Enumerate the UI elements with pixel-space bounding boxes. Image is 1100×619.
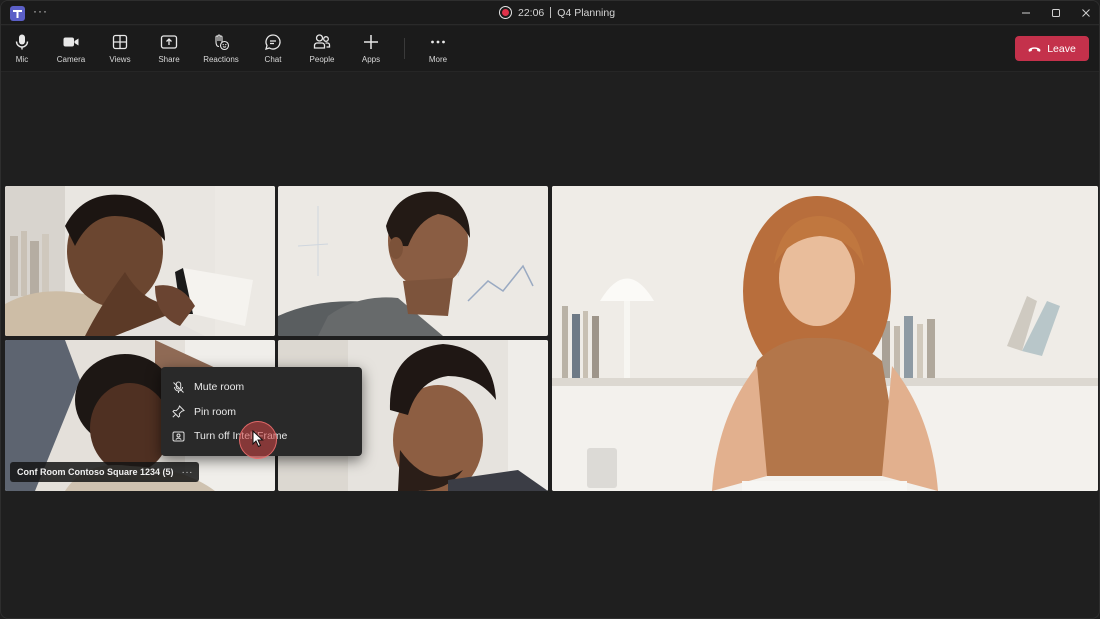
share-icon: [160, 35, 178, 49]
intelliframe-icon: [172, 431, 185, 442]
minimize-button[interactable]: [1011, 1, 1041, 25]
plus-icon: [364, 35, 378, 49]
pin-room-menu-item[interactable]: Pin room: [161, 400, 362, 425]
more-icon: [431, 40, 445, 44]
views-button[interactable]: Views: [96, 33, 144, 64]
reactions-icon: [215, 34, 230, 51]
pin-icon: [172, 405, 185, 418]
chat-label: Chat: [264, 55, 282, 64]
more-button[interactable]: More: [414, 33, 462, 64]
apps-label: Apps: [361, 55, 381, 64]
pin-room-label: Pin room: [194, 405, 237, 418]
people-icon: [313, 34, 331, 49]
mic-off-icon: [173, 381, 184, 393]
views-label: Views: [109, 55, 131, 64]
people-button[interactable]: People: [298, 33, 346, 64]
views-icon: [112, 34, 128, 50]
participant-video-tile[interactable]: [5, 186, 275, 336]
share-label: Share: [158, 55, 180, 64]
apps-button[interactable]: Apps: [347, 33, 395, 64]
mouse-cursor-icon: [252, 430, 264, 448]
title-divider: [550, 7, 552, 18]
meeting-time: 22:06: [518, 6, 545, 19]
maximize-button[interactable]: [1041, 1, 1071, 25]
more-label: More: [428, 55, 448, 64]
reactions-label: Reactions: [203, 55, 239, 64]
title-bar: ··· 22:06 Q4 Planning: [1, 1, 1099, 25]
featured-participant-video-tile[interactable]: [552, 186, 1098, 491]
leave-label: Leave: [1047, 42, 1076, 55]
room-name-text: Conf Room Contoso Square 1234 (5): [17, 467, 174, 477]
reactions-button[interactable]: Reactions: [197, 33, 245, 64]
close-button[interactable]: [1071, 1, 1099, 25]
teams-meeting-window: ··· 22:06 Q4 Planning Mic Camera Views S…: [0, 0, 1100, 619]
chat-icon: [265, 34, 281, 50]
phone-hangup-icon: [1028, 46, 1041, 52]
chat-button[interactable]: Chat: [249, 33, 297, 64]
meeting-title: Q4 Planning: [557, 6, 616, 19]
meeting-toolbar: Mic Camera Views Share Reactions Chat Pe…: [1, 26, 1099, 72]
meeting-title-area: 22:06 Q4 Planning: [499, 6, 615, 19]
mic-icon: [15, 34, 29, 50]
room-more-options-icon[interactable]: ···: [182, 467, 194, 478]
people-label: People: [309, 55, 335, 64]
title-more-icon[interactable]: ···: [33, 4, 48, 18]
teams-logo-icon: [10, 6, 25, 21]
video-feed-whiteboard: [278, 186, 548, 336]
participant-video-tile[interactable]: [278, 186, 548, 336]
mic-button[interactable]: Mic: [1, 33, 46, 64]
mute-room-menu-item[interactable]: Mute room: [161, 375, 362, 400]
toolbar-divider: [404, 38, 405, 59]
mute-room-label: Mute room: [194, 381, 245, 394]
leave-button[interactable]: Leave: [1015, 36, 1089, 61]
camera-icon: [63, 37, 79, 47]
window-controls: [1011, 1, 1099, 25]
room-name-label: Conf Room Contoso Square 1234 (5) ···: [10, 462, 200, 482]
recording-icon: [499, 6, 512, 19]
mic-label: Mic: [15, 55, 29, 64]
camera-label: Camera: [56, 55, 86, 64]
share-button[interactable]: Share: [145, 33, 193, 64]
video-feed-presenter: [552, 186, 1098, 491]
video-feed-drinking-coffee: [5, 186, 275, 336]
camera-button[interactable]: Camera: [47, 33, 95, 64]
